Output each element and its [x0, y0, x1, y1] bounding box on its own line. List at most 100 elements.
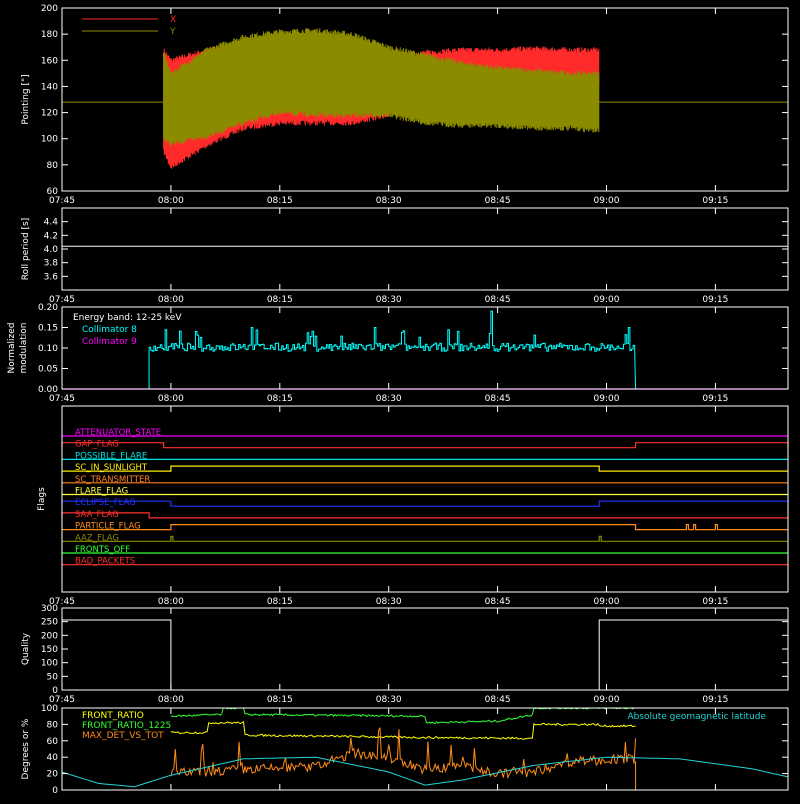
figure-stage: X Y 60 80 100 120 140 160 180 200 Pointing ["] 07:4… — [0, 0, 800, 800]
legend-collimator8: Collimator 8 — [82, 325, 137, 335]
pointing-ytick-label: 140 — [41, 82, 58, 92]
roll-xtick-label: 08:30 — [376, 295, 402, 305]
ratios-ytick-label: 40 — [47, 753, 59, 763]
pointing-xtick-label: 08:45 — [485, 196, 511, 206]
quality-ytick-label: 150 — [41, 645, 58, 655]
quality-xtick-label: 08:15 — [267, 695, 293, 705]
ratios-ylabel: Degrees or % — [21, 718, 31, 779]
modulation-ytick-label: 0.15 — [38, 324, 58, 334]
flags-xtick-label: 08:30 — [376, 597, 402, 607]
roll-ylabel: Roll period [s] — [21, 218, 31, 280]
legend-label-y: Y — [169, 27, 176, 37]
modulation-xtick-label: 07:45 — [49, 394, 75, 404]
pointing-ytick-label: 160 — [41, 56, 58, 66]
ratio-series-absolute geomagnetic latitude — [61, 756, 789, 788]
flag-label-bad-packets: BAD_PACKETS — [75, 557, 135, 567]
flag-label-flare-flag: FLARE_FLAG — [75, 487, 128, 497]
legend-label-x: X — [170, 15, 176, 25]
quality-panel — [62, 619, 788, 691]
ratio-series-max-det-vs-tot — [170, 727, 636, 780]
quality-xtick-label: 09:15 — [702, 695, 728, 705]
flags-xtick-label: 08:00 — [158, 597, 184, 607]
modulation-ytick-label: 0.20 — [38, 303, 58, 313]
modulation-ylabel-2: modulation — [19, 323, 29, 374]
roll-xtick-label: 08:15 — [267, 295, 293, 305]
pointing-ylabel: Pointing ["] — [21, 74, 31, 124]
quality-xtick-label: 08:00 — [158, 695, 184, 705]
modulation-ylabel: Normalized — [7, 322, 17, 373]
pointing-ytick-label: 120 — [41, 109, 58, 119]
roll-xtick-label: 09:00 — [594, 295, 620, 305]
modulation-xtick-label: 08:30 — [376, 394, 402, 404]
flag-label-gap-flag: GAP_FLAG — [75, 440, 119, 450]
flags-xtick-label: 09:00 — [594, 597, 620, 607]
flags-ylabel: Flags — [37, 487, 47, 511]
energy-band-annotation: Energy band: 12-25 keV — [73, 313, 182, 323]
roll-xtick-label: 08:45 — [485, 295, 511, 305]
flags-frame — [61, 405, 789, 593]
quality-ytick-label: 300 — [41, 604, 58, 614]
quality-ytick-label: 250 — [41, 618, 58, 628]
flag-label-sc-in-sunlight: SC_IN_SUNLIGHT — [75, 463, 148, 473]
modulation-xtick-label: 09:00 — [594, 394, 620, 404]
modulation-panel: Energy band: 12-25 keV Collimator 8 Collim… — [62, 310, 788, 390]
flags-xtick-label: 08:45 — [485, 597, 511, 607]
flag-label-particle-flag: PARTICLE_FLAG — [75, 522, 141, 532]
pointing-xtick-label: 08:00 — [158, 196, 184, 206]
quality-ylabel: Quality — [21, 632, 31, 665]
modulation-xtick-label: 08:15 — [267, 394, 293, 404]
ratios-ytick-label: 20 — [47, 770, 59, 780]
modulation-xtick-label: 08:00 — [158, 394, 184, 404]
legend-front-ratio: FRONT_RATIO — [82, 711, 144, 721]
roll-ytick-label: 3.6 — [44, 272, 59, 282]
quality-ytick-label: 200 — [41, 631, 58, 641]
flag-label-fronts-off: FRONTS_OFF — [75, 545, 130, 555]
roll-ytick-label: 4.4 — [44, 218, 59, 228]
legend-front-ratio-1225: FRONT_RATIO_1225 — [82, 721, 171, 731]
pointing-xtick-label: 07:45 — [49, 196, 75, 206]
roll-ytick-label: 4.2 — [44, 231, 58, 241]
legend-collimator9: Collimator 9 — [82, 337, 137, 347]
pointing-ytick-label: 200 — [41, 4, 58, 14]
pointing-panel: XY — [62, 15, 788, 169]
pointing-ytick-label: 100 — [41, 135, 58, 145]
flags-panel: ATTENUATOR_STATE GAP_FLAGPOSSIBLE_FLARE SC… — [61, 428, 789, 567]
flag-row-saa-flag — [61, 512, 788, 519]
flags-xtick-label: 09:15 — [702, 597, 728, 607]
flag-label-saa-flag: SAA_FLAG — [75, 510, 119, 520]
pointing-xtick-label: 08:30 — [376, 196, 402, 206]
quality-ytick-label: 50 — [47, 672, 59, 682]
flag-label-eclipse-flag: ECLIPSE_FLAG — [75, 498, 136, 508]
pointing-xtick-label: 09:15 — [702, 196, 728, 206]
ratio-series-front-ratio-1225 — [170, 707, 636, 725]
flag-label-sc-transmitter: SC_TRANSMITTER — [75, 475, 150, 485]
flags-xtick-label: 08:15 — [267, 597, 293, 607]
roll-frame — [61, 207, 789, 291]
flag-row-aaz-flag — [62, 535, 788, 542]
modulation-ytick-label: 0.05 — [38, 365, 58, 375]
ratio-series-front-ratio — [170, 721, 636, 740]
flag-row-eclipse-flag — [61, 500, 789, 507]
flag-label-aaz-flag: AAZ_FLAG — [75, 533, 119, 543]
legend-max-det-vs-tot: MAX_DET_VS_TOT — [82, 731, 164, 741]
ratios-ytick-label: 80 — [47, 720, 59, 730]
quality-line — [62, 619, 788, 691]
legend-geomagnetic-latitude: Absolute geomagnetic latitude — [627, 712, 766, 722]
quality-xtick-label: 08:45 — [485, 695, 511, 705]
quality-xtick-label: 09:00 — [594, 695, 620, 705]
pointing-xtick-label: 08:15 — [267, 196, 293, 206]
multi-panel-chart: XY6080100120140160180200Pointing ["]07:4… — [7, 4, 789, 796]
roll-xtick-label: 08:00 — [158, 295, 184, 305]
pointing-xtick-label: 09:00 — [594, 196, 620, 206]
ratios-ytick-label: 60 — [47, 737, 59, 747]
roll-xtick-label: 09:15 — [702, 295, 728, 305]
quality-xtick-label: 08:30 — [376, 695, 402, 705]
roll-ytick-label: 3.8 — [44, 259, 59, 269]
flag-row-sc-in-sunlight — [62, 465, 788, 472]
flag-row-gap-flag — [61, 442, 789, 449]
flag-label-attenuator-state: ATTENUATOR_STATE — [75, 428, 161, 438]
modulation-ytick-label: 0.10 — [38, 344, 58, 354]
ratios-panel: FRONT_RATIOFRONT_RATIO_1225MAX_DET_VS_TO… — [61, 707, 789, 790]
quality-ytick-label: 100 — [41, 659, 58, 669]
pointing-ytick-label: 80 — [47, 161, 59, 171]
